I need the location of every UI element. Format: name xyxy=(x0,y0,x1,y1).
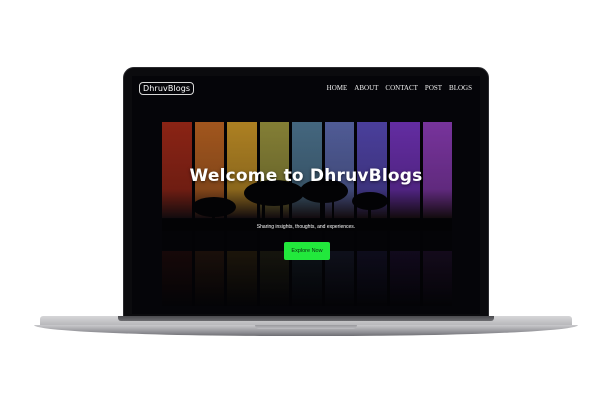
nav-links: HOME ABOUT CONTACT POST BLOGS xyxy=(327,84,472,92)
nav-link-post[interactable]: POST xyxy=(425,84,442,92)
laptop-opening-notch xyxy=(255,325,357,329)
explore-now-button[interactable]: Explore Now xyxy=(284,242,330,260)
laptop-mockup: DhruvBlogs HOME ABOUT CONTACT POST BLOGS xyxy=(0,0,612,408)
navbar: DhruvBlogs HOME ABOUT CONTACT POST BLOGS xyxy=(132,76,480,100)
nav-link-contact[interactable]: CONTACT xyxy=(385,84,418,92)
hero-title: Welcome to DhruvBlogs xyxy=(189,166,423,186)
site-logo[interactable]: DhruvBlogs xyxy=(139,81,195,95)
nav-link-home[interactable]: HOME xyxy=(327,84,348,92)
nav-link-blogs[interactable]: BLOGS xyxy=(449,84,472,92)
hero-overlay xyxy=(162,122,452,306)
hero-subtitle: Sharing insights, thoughts, and experien… xyxy=(256,224,356,230)
laptop-screen: DhruvBlogs HOME ABOUT CONTACT POST BLOGS xyxy=(132,76,480,314)
nav-link-about[interactable]: ABOUT xyxy=(354,84,378,92)
laptop-keyboard-edge xyxy=(118,316,494,321)
